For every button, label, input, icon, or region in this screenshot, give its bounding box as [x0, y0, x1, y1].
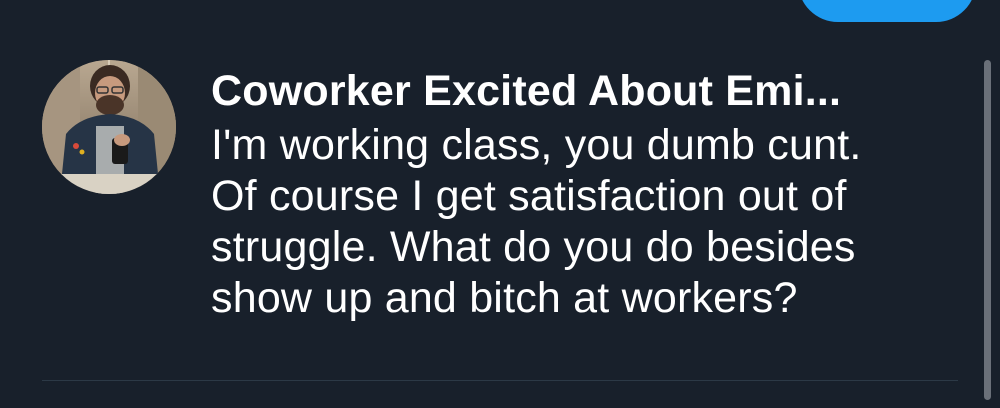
scrollbar[interactable]	[984, 60, 991, 400]
message-line: struggle. What do you do besides	[211, 223, 856, 271]
send-button-partial[interactable]	[798, 0, 976, 22]
message-line: I'm working class, you dumb cunt.	[211, 121, 862, 169]
sender-name: Coworker Excited About Emi...	[211, 67, 842, 115]
conversation-screen: Coworker Excited About Emi... I'm workin…	[0, 0, 1000, 408]
divider	[42, 380, 958, 381]
avatar-photo	[42, 60, 176, 194]
message-text: I'm working class, you dumb cunt. Of cou…	[211, 120, 946, 324]
message-line: Of course I get satisfaction out of	[211, 172, 847, 220]
avatar[interactable]	[42, 60, 176, 194]
message-line: show up and bitch at workers?	[211, 274, 798, 322]
message-content[interactable]: Coworker Excited About Emi... I'm workin…	[211, 62, 946, 324]
